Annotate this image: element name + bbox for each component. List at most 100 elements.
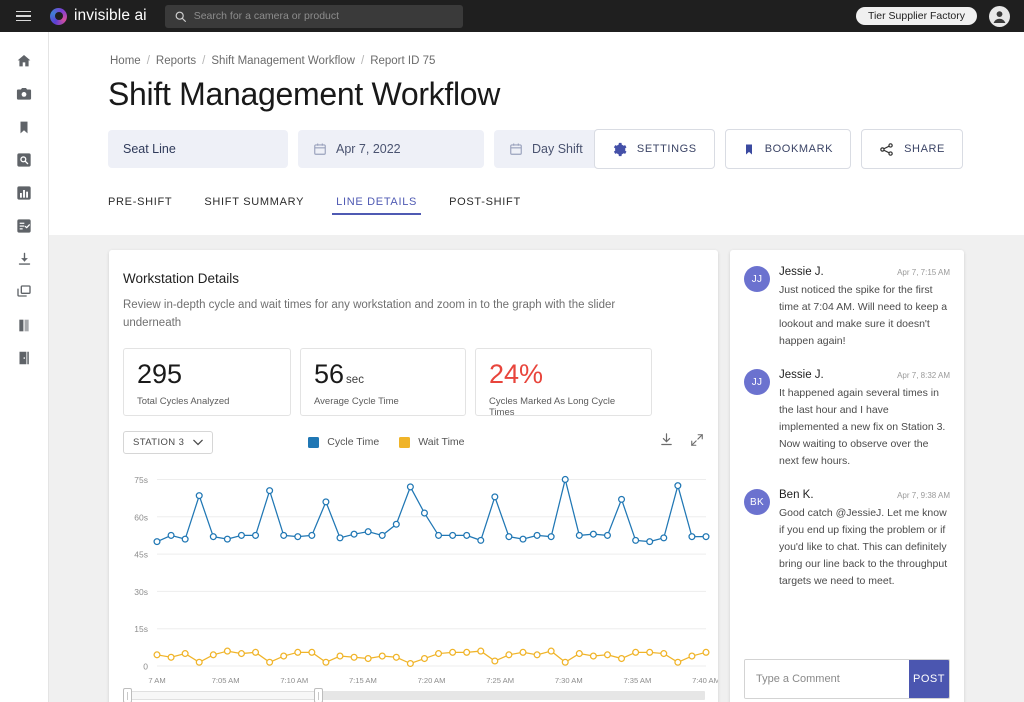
- svg-text:45s: 45s: [134, 550, 148, 560]
- workstation-details-panel: Workstation Details Review in-depth cycl…: [109, 250, 718, 702]
- bar-chart-icon[interactable]: [11, 184, 37, 202]
- home-icon[interactable]: [11, 52, 37, 70]
- comment-author: Jessie J.: [779, 266, 824, 278]
- download-icon[interactable]: [11, 250, 37, 268]
- sidebar: [0, 32, 49, 702]
- shift-filter-label: Day Shift: [532, 142, 583, 156]
- chevron-down-icon: [193, 439, 203, 446]
- breadcrumb: Home / Reports / Shift Management Workfl…: [110, 55, 1024, 67]
- calendar-icon: [313, 142, 327, 156]
- svg-text:7:40 AM: 7:40 AM: [692, 676, 718, 685]
- breadcrumb-item-reports[interactable]: Reports: [156, 55, 196, 67]
- chart-toolbar: STATION 3 Cycle Time Wait Time: [123, 430, 704, 454]
- hamburger-icon[interactable]: [0, 0, 46, 32]
- slider-selection[interactable]: [123, 691, 318, 700]
- share-button-label: SHARE: [904, 143, 945, 155]
- comment-author: Jessie J.: [779, 369, 824, 381]
- comments-list: JJ Jessie J. Apr 7, 7:15 AM Just noticed…: [730, 250, 964, 640]
- bookmark-button-label: BOOKMARK: [765, 143, 833, 155]
- stat-value: 56: [314, 359, 344, 389]
- tab-post-shift[interactable]: POST-SHIFT: [449, 196, 521, 215]
- settings-button[interactable]: SETTINGS: [594, 129, 715, 169]
- copy-layers-icon[interactable]: [11, 283, 37, 301]
- stat-label: Average Cycle Time: [314, 396, 452, 407]
- stat-card-long-cycle-pct: 24% Cycles Marked As Long Cycle Times: [475, 348, 652, 416]
- svg-text:7:05 AM: 7:05 AM: [212, 676, 240, 685]
- legend-item-cycle-time: Cycle Time: [308, 436, 379, 448]
- svg-text:75s: 75s: [134, 475, 148, 485]
- cycle-time-chart[interactable]: 015s30s45s60s75s7 AM7:05 AM7:10 AM7:15 A…: [109, 462, 718, 692]
- chart-range-slider[interactable]: [123, 688, 705, 702]
- settings-button-label: SETTINGS: [637, 143, 697, 155]
- svg-text:7:30 AM: 7:30 AM: [555, 676, 583, 685]
- tier-supplier-pill[interactable]: Tier Supplier Factory: [856, 7, 977, 25]
- tab-pre-shift[interactable]: PRE-SHIFT: [108, 196, 172, 215]
- invisible-ai-logo-icon: [50, 8, 67, 25]
- breadcrumb-separator: /: [361, 55, 364, 67]
- slider-handle-left[interactable]: [123, 688, 132, 702]
- legend-label-cycle-time: Cycle Time: [327, 436, 379, 448]
- brand-logo-group[interactable]: invisible ai: [50, 7, 147, 25]
- post-comment-button[interactable]: POST: [909, 660, 949, 698]
- legend-swatch-wait-time: [399, 437, 410, 448]
- checklist-icon[interactable]: [11, 217, 37, 235]
- avatar: JJ: [744, 369, 770, 395]
- share-button[interactable]: SHARE: [861, 129, 963, 169]
- stat-card-total-cycles: 295 Total Cycles Analyzed: [123, 348, 291, 416]
- station-select-value: STATION 3: [133, 437, 184, 448]
- workstation-subtitle: Review in-depth cycle and wait times for…: [123, 296, 623, 332]
- svg-text:30s: 30s: [134, 587, 148, 597]
- date-filter-chip[interactable]: Apr 7, 2022: [298, 130, 484, 168]
- breadcrumb-item-workflow[interactable]: Shift Management Workflow: [211, 55, 355, 67]
- chart-svg: 015s30s45s60s75s7 AM7:05 AM7:10 AM7:15 A…: [109, 462, 718, 692]
- camera-icon[interactable]: [11, 85, 37, 103]
- search-square-icon[interactable]: [11, 151, 37, 169]
- svg-text:7:10 AM: 7:10 AM: [280, 676, 308, 685]
- stat-value: 295: [137, 359, 182, 389]
- stat-card-avg-cycle-time: 56sec Average Cycle Time: [300, 348, 466, 416]
- legend-swatch-cycle-time: [308, 437, 319, 448]
- book-icon[interactable]: [11, 316, 37, 334]
- comment-text: It happened again several times in the l…: [779, 385, 950, 470]
- line-filter-label: Seat Line: [123, 142, 176, 156]
- stat-value: 24%: [489, 359, 543, 389]
- stats-row: 295 Total Cycles Analyzed 56sec Average …: [123, 348, 718, 416]
- tab-line-details[interactable]: LINE DETAILS: [336, 196, 417, 215]
- download-icon[interactable]: [659, 432, 674, 452]
- bookmark-button[interactable]: BOOKMARK: [725, 129, 851, 169]
- stat-label: Total Cycles Analyzed: [137, 396, 277, 407]
- list-item: BK Ben K. Apr 7, 9:38 AM Good catch @Jes…: [744, 489, 950, 590]
- search-input[interactable]: [194, 10, 454, 22]
- stat-unit: sec: [346, 374, 364, 386]
- comment-input[interactable]: [745, 660, 909, 698]
- list-item: JJ Jessie J. Apr 7, 8:32 AM It happened …: [744, 369, 950, 470]
- slider-handle-right[interactable]: [314, 688, 323, 702]
- search-icon: [174, 10, 187, 23]
- action-buttons: SETTINGS BOOKMARK SHARE: [594, 129, 963, 169]
- account-circle-icon[interactable]: [989, 6, 1010, 27]
- calendar-icon: [509, 142, 523, 156]
- tab-shift-summary[interactable]: SHIFT SUMMARY: [204, 196, 304, 215]
- line-filter-chip[interactable]: Seat Line: [108, 130, 288, 168]
- page-title: Shift Management Workflow: [108, 76, 1024, 113]
- comment-text: Just noticed the spike for the first tim…: [779, 282, 950, 350]
- svg-text:15s: 15s: [134, 625, 148, 635]
- expand-icon[interactable]: [690, 433, 704, 452]
- exit-door-icon[interactable]: [11, 349, 37, 367]
- chart-legend: Cycle Time Wait Time: [308, 436, 464, 448]
- share-icon: [879, 142, 894, 157]
- svg-text:7 AM: 7 AM: [148, 676, 165, 685]
- station-select[interactable]: STATION 3: [123, 431, 213, 454]
- bookmark-icon[interactable]: [11, 118, 37, 136]
- breadcrumb-item-home[interactable]: Home: [110, 55, 141, 67]
- stat-label: Cycles Marked As Long Cycle Times: [489, 396, 638, 418]
- breadcrumb-separator: /: [202, 55, 205, 67]
- comment-timestamp: Apr 7, 7:15 AM: [897, 268, 950, 277]
- list-item: JJ Jessie J. Apr 7, 7:15 AM Just noticed…: [744, 266, 950, 350]
- svg-text:0: 0: [143, 662, 148, 672]
- filter-row: Seat Line Apr 7, 2022 Day Shift SETTINGS: [108, 130, 1024, 168]
- search-box[interactable]: [165, 5, 463, 28]
- main-content: Home / Reports / Shift Management Workfl…: [49, 32, 1024, 702]
- breadcrumb-item-report-id[interactable]: Report ID 75: [370, 55, 435, 67]
- gear-icon: [612, 142, 627, 157]
